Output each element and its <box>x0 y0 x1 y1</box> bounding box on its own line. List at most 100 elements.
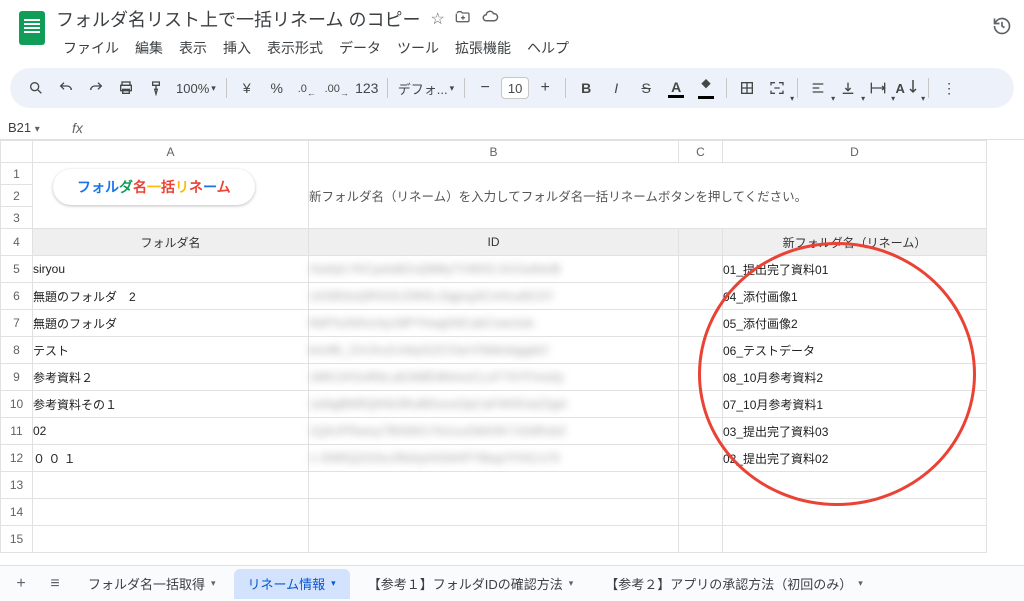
font-dropdown[interactable]: デフォ...▾ <box>394 74 458 102</box>
row-header[interactable]: 14 <box>1 499 33 526</box>
sheet-tab[interactable]: フォルダ名一括取得▾ <box>74 569 230 599</box>
grid-cell[interactable]: 03_提出完了資料03 <box>723 418 987 445</box>
strikethrough-button[interactable]: S <box>632 74 660 102</box>
grid-cell[interactable]: 1aNgBNRQfHk3RuBDsosOpCaF4KRJa22gA <box>309 391 679 418</box>
grid-cell[interactable]: 02_提出完了資料02 <box>723 445 987 472</box>
grid-cell[interactable]: 02 <box>33 418 309 445</box>
menu-edit[interactable]: 編集 <box>128 36 170 60</box>
rename-button[interactable]: フォルダ名一括リネーム <box>53 169 255 205</box>
row-header[interactable]: 4 <box>1 229 33 256</box>
grid-cell[interactable]: 無題のフォルダ 2 <box>33 283 309 310</box>
grid-cell[interactable]: siryou <box>33 256 309 283</box>
toolbar: 100%▾ ¥ % .0← .00→ 123 デフォ...▾ − 10 + B … <box>10 68 1014 108</box>
grid-cell[interactable]: 07_10月参考資料1 <box>723 391 987 418</box>
row-header[interactable]: 15 <box>1 526 33 553</box>
move-icon[interactable] <box>455 9 471 30</box>
menu-file[interactable]: ファイル <box>56 36 126 60</box>
select-all-corner[interactable] <box>1 141 33 163</box>
cell-ref-box[interactable]: B21 ▾ <box>0 120 62 135</box>
grid-cell[interactable]: XwAjILYKCpdsBZvQ9MyTVWSCJt1GaNmB <box>309 256 679 283</box>
grid-cell[interactable]: bonBi_GXJiruCmbyGZCOarVSbbnbggdcf <box>309 337 679 364</box>
fill-color-button[interactable] <box>692 74 720 102</box>
increase-font-button[interactable]: + <box>531 78 559 98</box>
borders-button[interactable] <box>733 74 761 102</box>
row-header[interactable]: 10 <box>1 391 33 418</box>
grid-cell[interactable]: 06_テストデータ <box>723 337 987 364</box>
col-header-C[interactable]: C <box>679 141 723 163</box>
grid-cell[interactable]: 無題のフォルダ <box>33 310 309 337</box>
row-header[interactable]: 7 <box>1 310 33 337</box>
add-sheet-button[interactable]: + <box>6 575 36 593</box>
search-icon[interactable] <box>22 74 50 102</box>
italic-button[interactable]: I <box>602 74 630 102</box>
row-header[interactable]: 3 <box>1 207 33 229</box>
grid-cell[interactable]: 04_添付画像1 <box>723 283 987 310</box>
grid-cell[interactable]: 参考資料その１ <box>33 391 309 418</box>
grid-cell[interactable]: NdFfsZbfnsXp18PYhwgHilCakCswclub <box>309 310 679 337</box>
sheet-list-button[interactable]: ≡ <box>40 575 70 593</box>
redo-button[interactable] <box>82 74 110 102</box>
menu-help[interactable]: ヘルプ <box>520 36 576 60</box>
star-icon[interactable]: ☆ <box>430 9 444 29</box>
horizontal-align-button[interactable] <box>804 74 832 102</box>
sheet-tab[interactable]: 【参考２】アプリの承認方法（初回のみ）▾ <box>591 569 877 599</box>
bold-button[interactable]: B <box>572 74 600 102</box>
grid-cell[interactable]: 1-SNRQZOSsJRk5yHGNHPYBwpYFACn70 <box>309 445 679 472</box>
grid-cell[interactable]: 08_10月参考資料2 <box>723 364 987 391</box>
history-icon[interactable] <box>992 16 1012 41</box>
grid-cell[interactable]: 1QAJFRamy7BSN01Yb1suObK0K7J2dRob2 <box>309 418 679 445</box>
row-header[interactable]: 1 <box>1 163 33 185</box>
text-rotation-button[interactable]: A <box>894 74 922 102</box>
decrease-font-button[interactable]: − <box>471 78 499 98</box>
menu-view[interactable]: 表示 <box>172 36 214 60</box>
menu-extensions[interactable]: 拡張機能 <box>448 36 518 60</box>
grid-cell[interactable]: 参考資料２ <box>33 364 309 391</box>
row-header[interactable]: 13 <box>1 472 33 499</box>
sheet-tab[interactable]: 【参考１】フォルダIDの確認方法▾ <box>354 569 588 599</box>
menu-tools[interactable]: ツール <box>390 36 446 60</box>
col-header-B[interactable]: B <box>309 141 679 163</box>
merge-cells-button[interactable] <box>763 74 791 102</box>
grid-cell[interactable]: テスト <box>33 337 309 364</box>
doc-title[interactable]: フォルダ名リスト上で一括リネーム のコピー <box>56 6 420 32</box>
font-size-input[interactable]: 10 <box>501 77 529 99</box>
menu-data[interactable]: データ <box>332 36 388 60</box>
decrease-decimal-button[interactable]: .0← <box>293 74 321 102</box>
paint-format-button[interactable] <box>142 74 170 102</box>
increase-decimal-button[interactable]: .00→ <box>323 74 351 102</box>
row-header[interactable]: 5 <box>1 256 33 283</box>
menu-insert[interactable]: 挿入 <box>216 36 258 60</box>
row-header[interactable]: 6 <box>1 283 33 310</box>
zoom-dropdown[interactable]: 100%▾ <box>172 74 220 102</box>
text-wrap-button[interactable] <box>864 74 892 102</box>
grid-cell[interactable]: 01_提出完了資料01 <box>723 256 987 283</box>
currency-button[interactable]: ¥ <box>233 74 261 102</box>
row-header[interactable]: 12 <box>1 445 33 472</box>
undo-button[interactable] <box>52 74 80 102</box>
grid-cell[interactable]: 05_添付画像2 <box>723 310 987 337</box>
col-header-A[interactable]: A <box>33 141 309 163</box>
grid-cell[interactable]: 1A3tEbsQRGOLEMSL2tgprg3Cmhca81SY <box>309 283 679 310</box>
cloud-saved-icon[interactable] <box>481 8 499 31</box>
row-header[interactable]: 11 <box>1 418 33 445</box>
col-header-D[interactable]: D <box>723 141 987 163</box>
sheet-tab[interactable]: リネーム情報▾ <box>234 569 350 599</box>
grid-cell[interactable]: ０ ０ １ <box>33 445 309 472</box>
menu-bar: ファイル 編集 表示 挿入 表示形式 データ ツール 拡張機能 ヘルプ <box>56 36 992 60</box>
spreadsheet-grid[interactable]: A B C D 1 フォルダ名一括リネーム 新フォルダ名（リネーム）を入力してフ… <box>0 140 987 553</box>
percent-button[interactable]: % <box>263 74 291 102</box>
vertical-align-button[interactable] <box>834 74 862 102</box>
column-header-id: ID <box>309 229 679 256</box>
instruction-text: 新フォルダ名（リネーム）を入力してフォルダ名一括リネームボタンを押してください。 <box>309 190 807 204</box>
column-header-newname: 新フォルダ名（リネーム） <box>723 229 987 256</box>
print-button[interactable] <box>112 74 140 102</box>
row-header[interactable]: 8 <box>1 337 33 364</box>
row-header[interactable]: 9 <box>1 364 33 391</box>
number-format-button[interactable]: 123 <box>353 74 381 102</box>
row-header[interactable]: 2 <box>1 185 33 207</box>
menu-format[interactable]: 表示形式 <box>260 36 330 60</box>
text-color-button[interactable]: A <box>662 74 690 102</box>
more-toolbar-button[interactable]: ⋮ <box>935 74 963 102</box>
sheets-logo[interactable] <box>12 8 52 48</box>
grid-cell[interactable]: 1MG1KGsRbLaEAMEWtimsCLsF7SYFmstly <box>309 364 679 391</box>
